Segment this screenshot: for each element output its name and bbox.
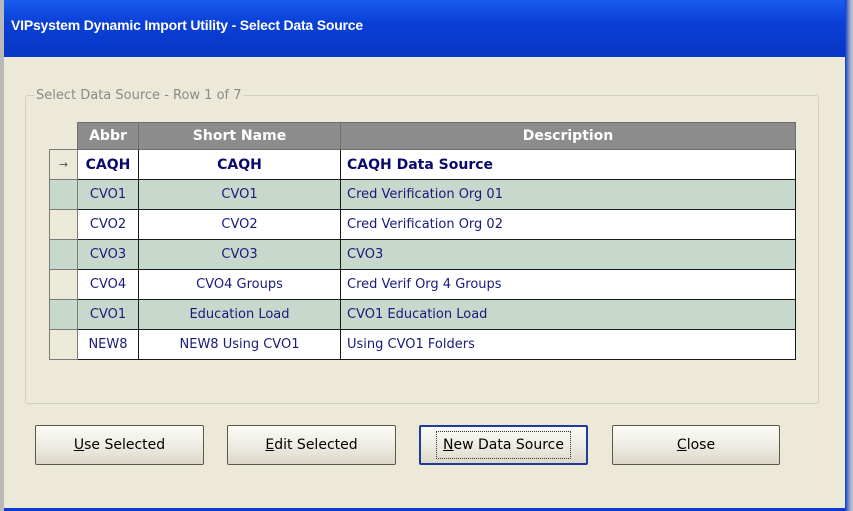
edit-selected-button[interactable]: Edit Selected — [227, 425, 396, 465]
new-data-source-label: New Data Source — [436, 431, 571, 459]
table-row[interactable]: CVO2 CVO2 Cred Verification Org 02 — [49, 209, 796, 240]
cell-short-name[interactable]: CVO1 — [138, 179, 341, 210]
close-button[interactable]: Close — [612, 425, 780, 465]
cell-short-name[interactable]: CAQH — [138, 149, 341, 180]
cell-description[interactable]: CVO1 Education Load — [340, 299, 796, 330]
data-source-table: Abbr Short Name Description → CAQH CAQH … — [49, 122, 796, 360]
table-row[interactable]: CVO3 CVO3 CVO3 — [49, 239, 796, 270]
table-row[interactable]: → CAQH CAQH CAQH Data Source — [49, 149, 796, 180]
cell-abbr[interactable]: CVO1 — [77, 299, 139, 330]
cell-description[interactable]: Cred Verif Org 4 Groups — [340, 269, 796, 300]
edit-selected-label: Edit Selected — [265, 437, 358, 453]
row-selector[interactable] — [49, 269, 78, 300]
row-selector[interactable] — [49, 329, 78, 360]
row-selector-header — [49, 122, 78, 150]
cell-abbr[interactable]: NEW8 — [77, 329, 139, 360]
column-header-description[interactable]: Description — [340, 122, 796, 150]
window-title: VIPsystem Dynamic Import Utility - Selec… — [11, 17, 363, 33]
group-legend: Select Data Source - Row 1 of 7 — [36, 88, 242, 103]
cell-abbr[interactable]: CVO3 — [77, 239, 139, 270]
title-bar[interactable]: VIPsystem Dynamic Import Utility - Selec… — [0, 0, 853, 57]
table-header-row: Abbr Short Name Description — [49, 122, 796, 150]
cell-description[interactable]: Cred Verification Org 02 — [340, 209, 796, 240]
row-selector[interactable] — [49, 179, 78, 210]
current-row-arrow-icon[interactable]: → — [49, 149, 78, 180]
column-header-abbr[interactable]: Abbr — [77, 122, 139, 150]
table-row[interactable]: CVO4 CVO4 Groups Cred Verif Org 4 Groups — [49, 269, 796, 300]
cell-abbr[interactable]: CVO4 — [77, 269, 139, 300]
use-selected-button[interactable]: Use Selected — [35, 425, 204, 465]
data-source-grid: Abbr Short Name Description → CAQH CAQH … — [49, 122, 799, 368]
row-selector[interactable] — [49, 209, 78, 240]
cell-abbr[interactable]: CVO1 — [77, 179, 139, 210]
column-header-short-name[interactable]: Short Name — [138, 122, 341, 150]
row-selector[interactable] — [49, 299, 78, 330]
cell-description[interactable]: Cred Verification Org 01 — [340, 179, 796, 210]
window-right-border — [845, 0, 853, 511]
cell-short-name[interactable]: NEW8 Using CVO1 — [138, 329, 341, 360]
cell-description[interactable]: CAQH Data Source — [340, 149, 796, 180]
dialog-window: VIPsystem Dynamic Import Utility - Selec… — [0, 0, 853, 511]
cell-abbr[interactable]: CVO2 — [77, 209, 139, 240]
new-data-source-button[interactable]: New Data Source — [419, 425, 588, 465]
use-selected-label: Use Selected — [73, 437, 166, 453]
cell-description[interactable]: Using CVO1 Folders — [340, 329, 796, 360]
cell-abbr[interactable]: CAQH — [77, 149, 139, 180]
cell-short-name[interactable]: CVO3 — [138, 239, 341, 270]
cell-description[interactable]: CVO3 — [340, 239, 796, 270]
cell-short-name[interactable]: Education Load — [138, 299, 341, 330]
table-row[interactable]: CVO1 Education Load CVO1 Education Load — [49, 299, 796, 330]
close-label: Close — [676, 437, 716, 453]
cell-short-name[interactable]: CVO4 Groups — [138, 269, 341, 300]
row-selector[interactable] — [49, 239, 78, 270]
table-row[interactable]: NEW8 NEW8 Using CVO1 Using CVO1 Folders — [49, 329, 796, 360]
table-row[interactable]: CVO1 CVO1 Cred Verification Org 01 — [49, 179, 796, 210]
cell-short-name[interactable]: CVO2 — [138, 209, 341, 240]
